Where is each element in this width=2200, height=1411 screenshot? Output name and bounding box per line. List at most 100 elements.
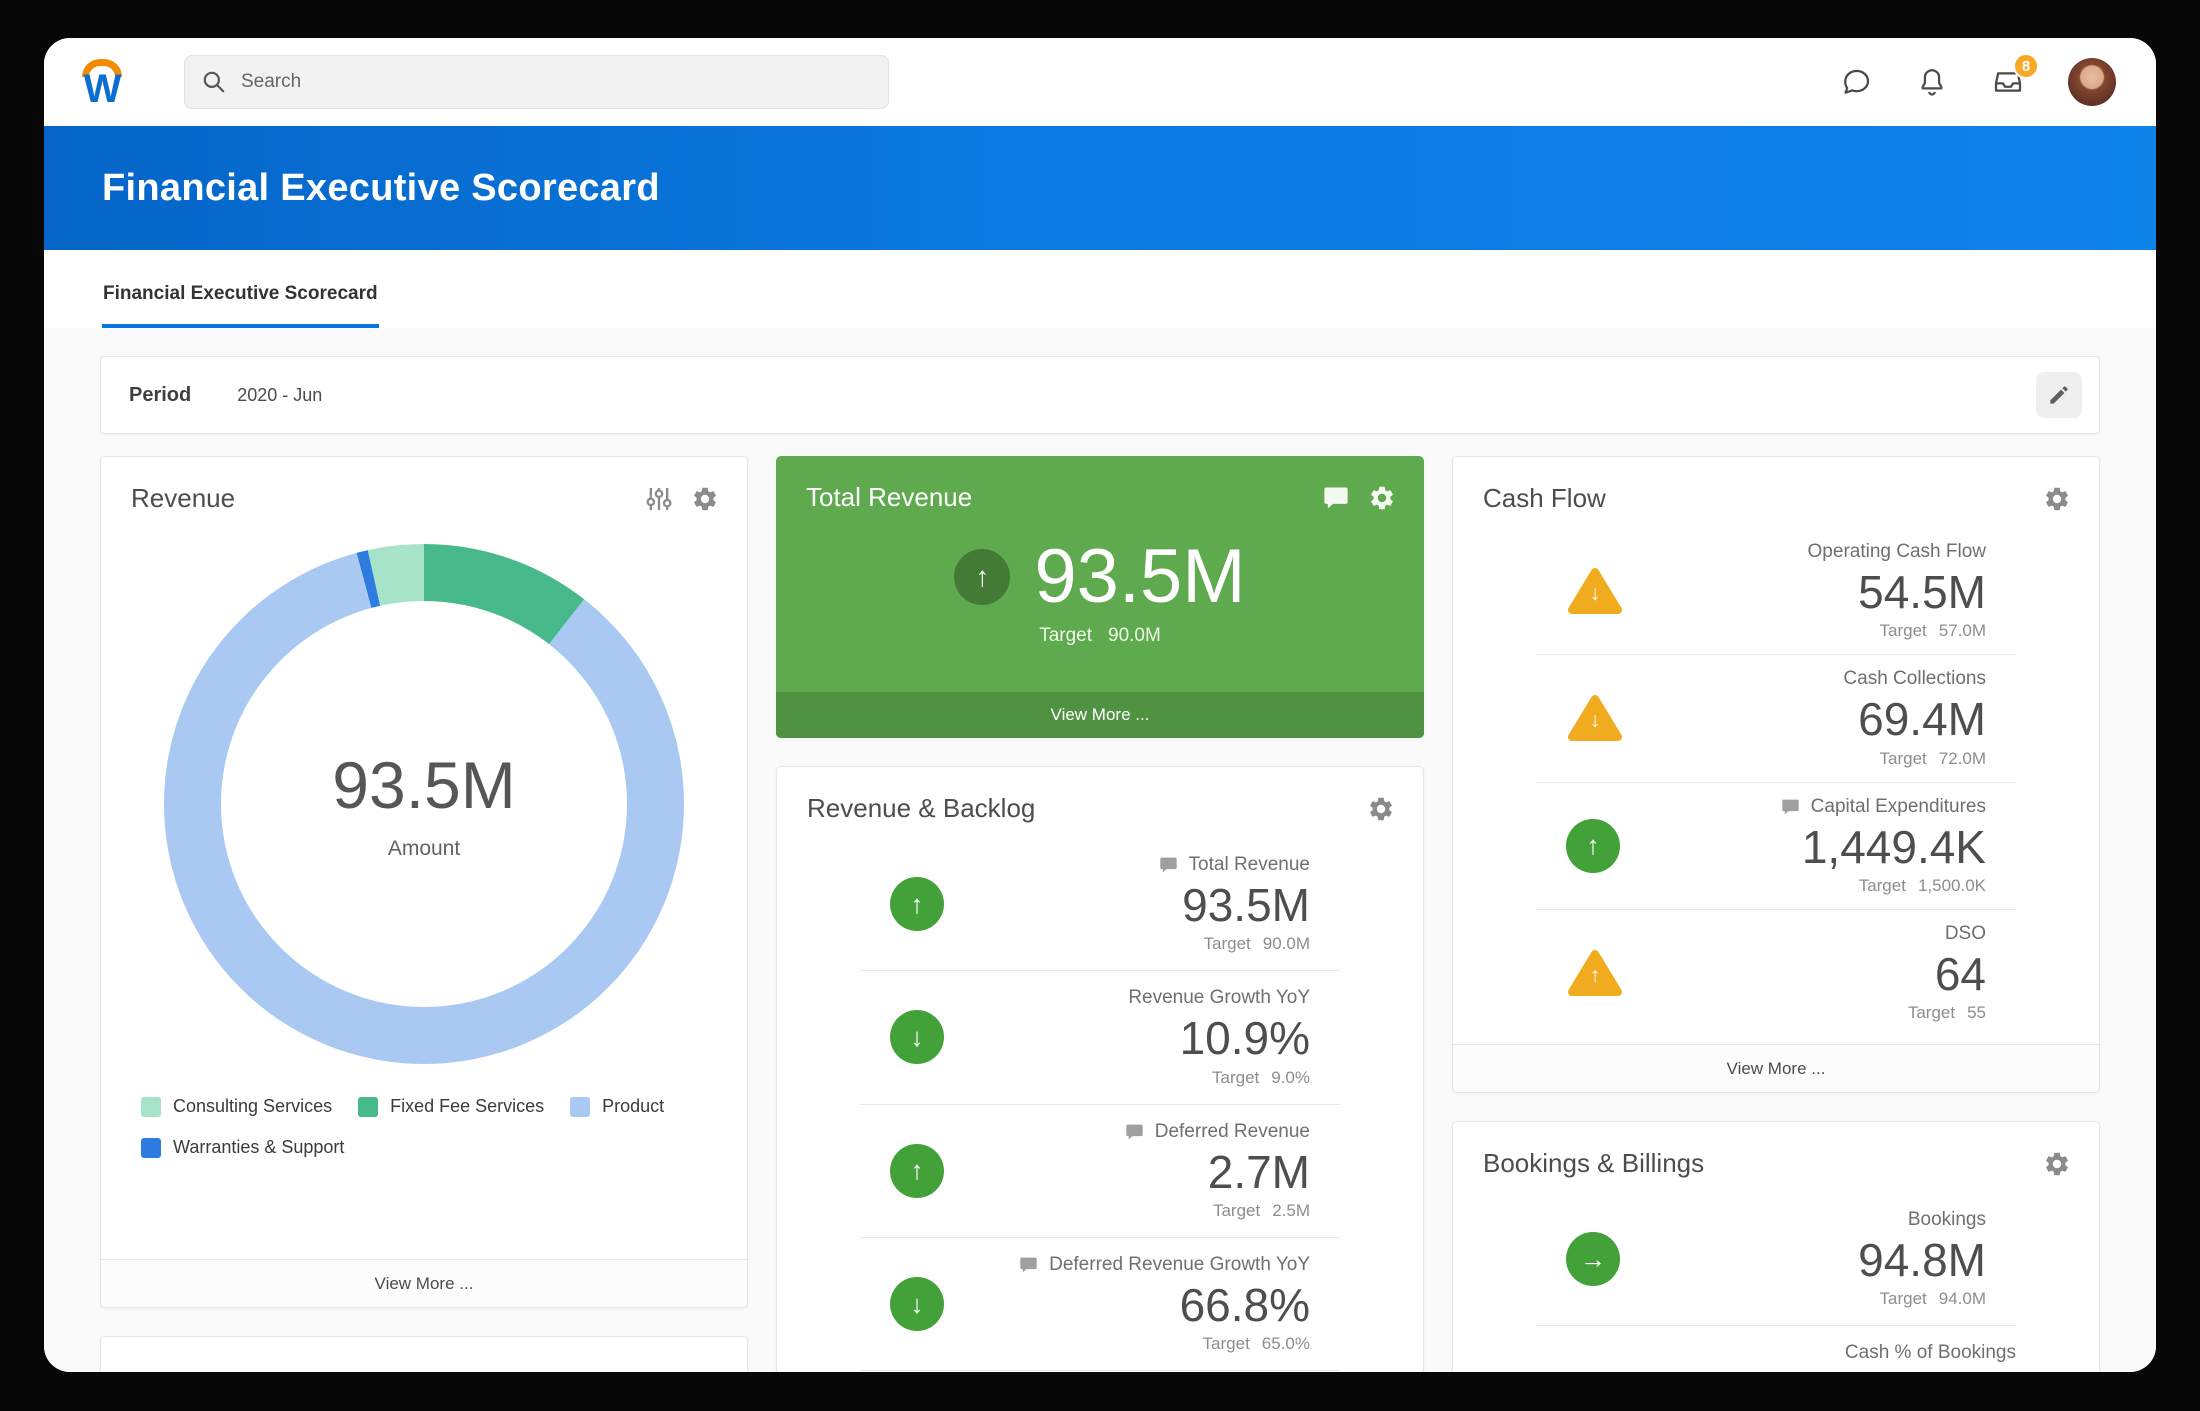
kpi-row-capital-expenditures: ↑ Capital Expenditures 1,449.4K Target1,… xyxy=(1566,783,1986,909)
column-3: Cash Flow ↓ xyxy=(1452,456,2100,1372)
kpi-value: 94.8M xyxy=(1646,1236,1986,1284)
top-bar: W 8 xyxy=(44,38,2156,126)
arrow-down-icon: ↓ xyxy=(911,1289,924,1320)
column-1: Revenue 93.5M xyxy=(100,456,748,1372)
notifications-bell-icon[interactable] xyxy=(1916,66,1948,98)
kpi-row-total-revenue: ↑ Total Revenue 93.5M Target90.0M xyxy=(890,838,1310,970)
gear-icon[interactable] xyxy=(2043,1150,2071,1178)
chat-icon[interactable] xyxy=(1840,66,1872,98)
workday-logo-letter: W xyxy=(84,72,121,106)
warning-down-indicator: ↓ xyxy=(1566,565,1624,617)
user-avatar[interactable] xyxy=(2068,58,2116,106)
gear-icon[interactable] xyxy=(1368,484,1396,512)
target-value: 57.0M xyxy=(1939,621,1986,641)
page-header: Financial Executive Scorecard xyxy=(44,126,2156,250)
legend-swatch xyxy=(570,1097,590,1117)
revenue-backlog-card: Revenue & Backlog ↑ xyxy=(776,766,1424,1372)
inbox-icon[interactable]: 8 xyxy=(1992,66,2024,98)
arrow-down-icon: ↓ xyxy=(1566,582,1624,606)
revenue-donut-chart[interactable]: 93.5M Amount xyxy=(164,544,684,1064)
target-value: 2.5M xyxy=(1272,1201,1310,1221)
legend-swatch xyxy=(141,1097,161,1117)
kpi-list: ↓ Operating Cash Flow 54.5M Target57.0M xyxy=(1453,528,2099,1036)
kpi-value: 1,449.4K xyxy=(1646,823,1986,871)
target-label: Target xyxy=(1203,1334,1250,1354)
partial-card xyxy=(100,1336,748,1372)
target-value: 1,500.0K xyxy=(1918,876,1986,896)
edit-period-button[interactable] xyxy=(2036,372,2082,418)
divider xyxy=(860,1370,1340,1371)
cash-flow-card: Cash Flow ↓ xyxy=(1452,456,2100,1093)
kpi-row-revenue-growth: ↓ Revenue Growth YoY 10.9% Target9.0% xyxy=(890,971,1310,1103)
view-more-link[interactable]: View More ... xyxy=(776,692,1424,738)
card-title: Total Revenue xyxy=(806,482,972,513)
total-revenue-kpi: ↑ 93.5M xyxy=(776,539,1424,615)
search-input[interactable] xyxy=(241,71,872,93)
tab-financial-executive-scorecard[interactable]: Financial Executive Scorecard xyxy=(102,283,379,328)
legend-item[interactable]: Fixed Fee Services xyxy=(358,1096,544,1117)
kpi-value: 93.5M xyxy=(970,881,1310,929)
inbox-badge: 8 xyxy=(2013,53,2039,79)
arrow-up-icon: ↑ xyxy=(1587,830,1600,861)
column-2: Total Revenue ↑ 93.5M xyxy=(776,456,1424,1372)
workday-logo[interactable]: W xyxy=(74,59,130,106)
period-value: 2020 - Jun xyxy=(237,385,322,406)
bookings-billings-card: Bookings & Billings → Bookings xyxy=(1452,1121,2100,1372)
comment-icon[interactable] xyxy=(1322,484,1350,512)
up-arrow-indicator: ↑ xyxy=(890,1144,944,1198)
gear-icon[interactable] xyxy=(2043,485,2071,513)
top-bar-actions: 8 xyxy=(1840,58,2116,106)
gear-icon[interactable] xyxy=(1367,795,1395,823)
kpi-label: Operating Cash Flow xyxy=(1808,541,1986,563)
down-arrow-indicator: ↓ xyxy=(890,1277,944,1331)
pencil-icon xyxy=(2046,382,2072,408)
dashboard-content: Period 2020 - Jun Revenue xyxy=(44,328,2156,1372)
target-value: 55 xyxy=(1967,1003,1986,1023)
donut-center-label: Amount xyxy=(388,837,460,861)
search-icon xyxy=(201,69,227,95)
filter-sliders-icon[interactable] xyxy=(645,485,673,513)
target-value: 94.0M xyxy=(1939,1289,1986,1309)
comment-icon[interactable] xyxy=(1158,856,1179,874)
card-title: Cash Flow xyxy=(1483,483,1606,514)
comment-icon[interactable] xyxy=(1018,1256,1039,1274)
period-label: Period xyxy=(129,384,191,407)
target-value: 65.0% xyxy=(1262,1334,1310,1354)
gear-icon[interactable] xyxy=(691,485,719,513)
legend-item[interactable]: Warranties & Support xyxy=(141,1137,344,1158)
target-label: Target xyxy=(1213,1201,1260,1221)
kpi-label: Bookings xyxy=(1908,1209,1986,1231)
kpi-row-operating-cash-flow: ↓ Operating Cash Flow 54.5M Target57.0M xyxy=(1566,528,1986,654)
kpi-label: Total Revenue xyxy=(1189,854,1310,876)
kpi-label: Deferred Revenue xyxy=(1155,1121,1310,1143)
kpi-row-deferred-revenue-growth: ↓ Deferred Revenue Growth YoY 66.8% Targ… xyxy=(890,1238,1310,1370)
comment-icon[interactable] xyxy=(1124,1123,1145,1141)
period-card: Period 2020 - Jun xyxy=(100,356,2100,434)
legend-item[interactable]: Consulting Services xyxy=(141,1096,332,1117)
view-more-link[interactable]: View More ... xyxy=(1453,1044,2099,1092)
up-arrow-indicator: ↑ xyxy=(890,877,944,931)
kpi-row-cash-collections: ↓ Cash Collections 69.4M Target72.0M xyxy=(1566,655,1986,781)
arrow-right-icon: → xyxy=(1580,1244,1606,1275)
target-label: Target xyxy=(1880,1289,1927,1309)
target-label: Target xyxy=(1204,934,1251,954)
arrow-up-icon: ↑ xyxy=(975,561,989,593)
revenue-card: Revenue 93.5M xyxy=(100,456,748,1308)
kpi-value: 69.4M xyxy=(1650,695,1986,743)
kpi-list: → Bookings 94.8M Target 94.0M Cash % of B… xyxy=(1453,1193,2099,1364)
total-revenue-card: Total Revenue ↑ 93.5M xyxy=(776,456,1424,738)
kpi-value: 2.7M xyxy=(970,1148,1310,1196)
legend-item[interactable]: Product xyxy=(570,1096,664,1117)
search-bar[interactable] xyxy=(184,55,889,109)
card-title: Bookings & Billings xyxy=(1483,1148,1704,1179)
legend-swatch xyxy=(141,1138,161,1158)
legend-swatch xyxy=(358,1097,378,1117)
target-label: Target xyxy=(1039,625,1092,647)
kpi-label: Cash % of Bookings xyxy=(1536,1342,2016,1364)
arrow-up-icon: ↑ xyxy=(911,889,924,920)
kpi-target: Target 90.0M xyxy=(776,625,1424,647)
comment-icon[interactable] xyxy=(1780,798,1801,816)
card-title: Revenue xyxy=(131,483,235,514)
target-label: Target xyxy=(1880,621,1927,641)
view-more-link[interactable]: View More ... xyxy=(101,1259,747,1307)
